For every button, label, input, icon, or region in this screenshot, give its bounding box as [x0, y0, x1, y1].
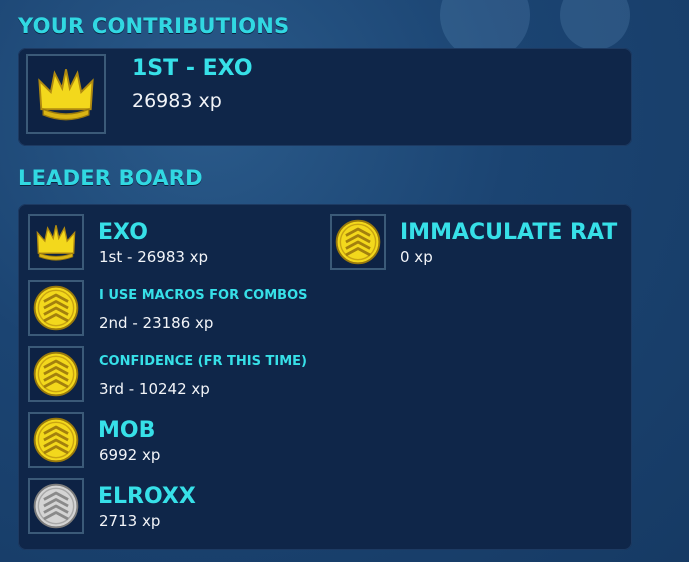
- entry-name: ELROXX: [98, 484, 196, 509]
- background-decoration: [560, 0, 630, 50]
- contribution-rank-icon-box: [26, 54, 106, 134]
- entry-name: I USE MACROS FOR COMBOS: [99, 288, 308, 303]
- entry-detail: 6992 xp: [99, 446, 161, 464]
- contribution-rank-name: 1ST - EXO: [132, 56, 253, 81]
- entry-icon-box: [28, 478, 84, 534]
- entry-icon-box: [28, 412, 84, 468]
- contributions-panel: 1ST - EXO 26983 xp: [18, 48, 632, 146]
- leaderboard-title: LEADER BOARD: [18, 166, 203, 190]
- gold-chevron-icon: [335, 219, 381, 265]
- gold-chevron-icon: [33, 285, 79, 331]
- entry-icon-box: [28, 280, 84, 336]
- crown-icon: [36, 225, 76, 261]
- entry-name: MOB: [98, 418, 156, 443]
- entry-detail: 2nd - 23186 xp: [99, 314, 214, 332]
- gold-chevron-icon: [33, 417, 79, 463]
- contribution-xp: 26983 xp: [132, 90, 222, 112]
- entry-detail: 2713 xp: [99, 512, 161, 530]
- entry-icon-box: [28, 214, 84, 270]
- leaderboard-panel: EXO 1st - 26983 xp I USE MACROS FOR COMB…: [18, 204, 632, 550]
- entry-detail: 0 xp: [400, 248, 433, 266]
- contributions-title: YOUR CONTRIBUTIONS: [18, 14, 290, 38]
- entry-detail: 1st - 26983 xp: [99, 248, 209, 266]
- entry-icon-box: [28, 346, 84, 402]
- crown-icon: [38, 69, 94, 121]
- entry-name: IMMACULATE RAT: [400, 220, 618, 245]
- entry-icon-box: [330, 214, 386, 270]
- entry-name: EXO: [98, 220, 148, 245]
- gold-chevron-icon: [33, 351, 79, 397]
- silver-chevron-icon: [33, 483, 79, 529]
- entry-detail: 3rd - 10242 xp: [99, 380, 210, 398]
- entry-name: CONFIDENCE (FR THIS TIME): [99, 354, 307, 369]
